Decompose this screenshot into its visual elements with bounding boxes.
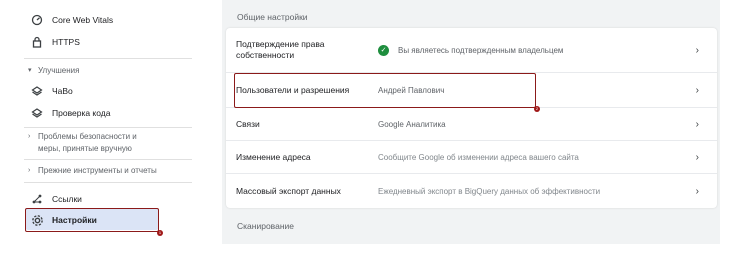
sidebar-item-faq[interactable]: ЧаВо [0,80,200,102]
section-title-crawl: Сканирование [237,221,294,231]
sidebar-item-links[interactable]: Ссылки [0,188,200,210]
sidebar-item-label: Проверка кода [52,108,111,118]
sidebar-item-core-web-vitals[interactable]: Core Web Vitals [0,9,200,31]
chevron-right-icon: › [695,151,699,163]
sidebar-item-label: ЧаВо [52,86,73,96]
row-value: Вы являетесь подтвержденным владельцем [398,45,564,55]
settings-row-bulk-export[interactable]: Массовый экспорт данных Ежедневный экспо… [226,174,717,208]
section-toggle-legacy[interactable]: › Прежние инструменты и отчеты [28,165,198,177]
highlight-box-users [234,73,536,108]
settings-card: Подтверждение права собственности ✓ Вы я… [226,28,717,208]
sidebar-item-label: Core Web Vitals [52,15,114,25]
highlight-box-settings [25,208,159,232]
row-name: Подтверждение права собственности [236,39,325,60]
section-label: Улучшения [38,66,80,75]
row-name: Связи [236,118,260,129]
layers-icon [30,84,44,98]
check-circle-icon: ✓ [378,44,389,56]
sidebar-divider [24,58,192,59]
annotation-marker-1: 1 [157,230,163,236]
chevron-down-icon: ▾ [28,67,32,74]
settings-row-address-change[interactable]: Изменение адреса Сообщите Google об изме… [226,141,717,174]
links-icon [30,192,44,206]
section-toggle-security[interactable]: › Проблемы безопасности и меры, принятые… [28,131,198,155]
sidebar-item-label: Ссылки [52,194,82,204]
sidebar-item-https[interactable]: HTTPS [0,31,200,53]
section-title-general: Общие настройки [237,12,308,22]
chevron-right-icon: › [695,84,699,96]
sidebar-divider [24,127,192,128]
chevron-right-icon: › [695,185,699,197]
section-toggle-improvements[interactable]: ▾ Улучшения [28,65,198,77]
layers-icon [30,106,44,120]
sidebar-item-label: HTTPS [52,37,80,47]
settings-row-associations[interactable]: Связи Google Аналитика › [226,108,717,141]
chevron-right-icon: › [28,133,31,140]
section-label: Прежние инструменты и отчеты [38,166,157,175]
speedometer-icon [30,13,44,27]
row-name: Массовый экспорт данных [236,185,341,196]
row-value: Ежедневный экспорт в BigQuery данных об … [378,186,601,196]
sidebar: Core Web Vitals HTTPS ▾ Улучшения ЧаВо П… [0,0,210,244]
row-value-wrap: ✓ Вы являетесь подтвержденным владельцем [378,44,564,56]
annotation-marker-2: 2 [534,106,540,112]
sidebar-item-code-check[interactable]: Проверка кода [0,102,200,124]
settings-row-ownership[interactable]: Подтверждение права собственности ✓ Вы я… [226,28,717,73]
chevron-right-icon: › [695,44,699,56]
row-value: Google Аналитика [378,119,446,129]
chevron-right-icon: › [28,167,31,174]
section-label: Проблемы безопасности и меры, принятые в… [38,132,137,153]
row-name: Изменение адреса [236,151,311,162]
sidebar-divider [24,159,192,160]
row-value: Сообщите Google об изменении адреса ваше… [378,152,579,162]
chevron-right-icon: › [695,118,699,130]
sidebar-divider [24,182,192,183]
lock-icon [30,35,44,49]
